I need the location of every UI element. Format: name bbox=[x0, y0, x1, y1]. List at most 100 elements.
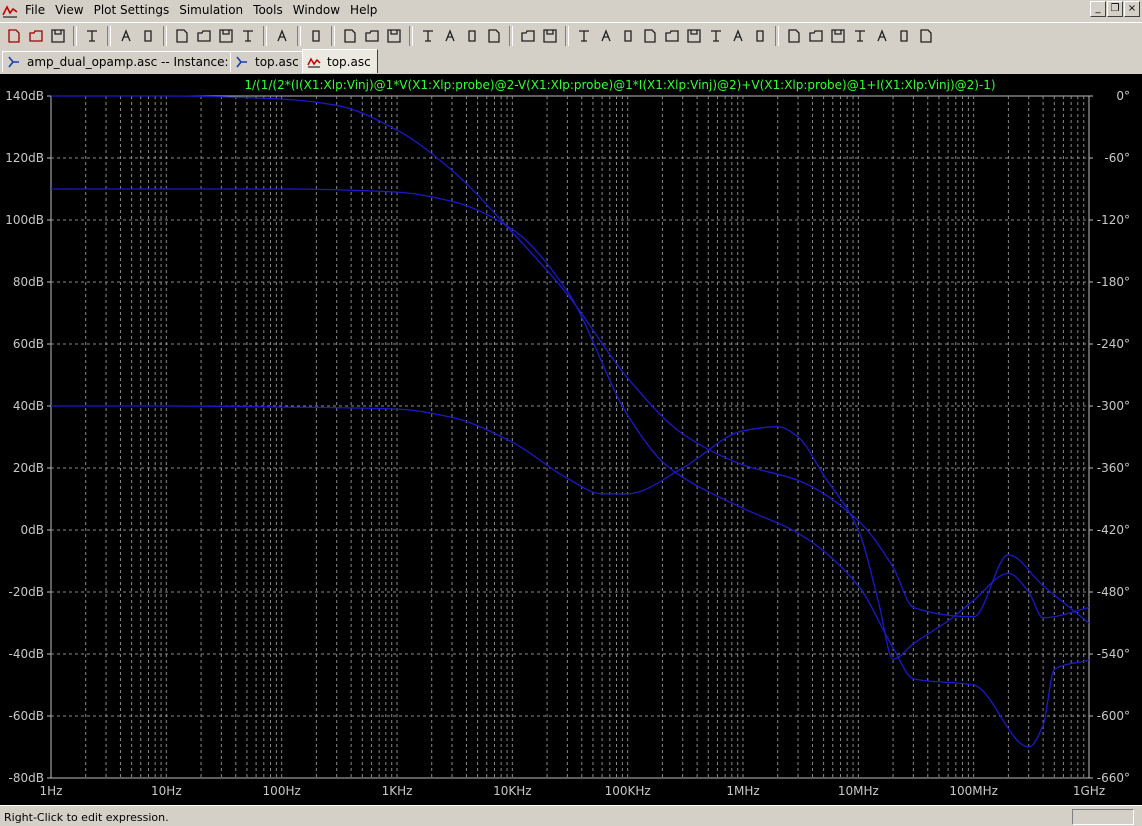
run-icon[interactable] bbox=[116, 26, 136, 46]
copy-icon[interactable] bbox=[440, 26, 460, 46]
cut-icon[interactable] bbox=[418, 26, 438, 46]
y-tick-right: -60° bbox=[1104, 151, 1130, 165]
y-tick-left: 100dB bbox=[5, 213, 44, 227]
x-tick: 1KHz bbox=[382, 784, 413, 798]
trace-series-1 bbox=[51, 405, 1090, 660]
cursor-icon[interactable] bbox=[306, 26, 326, 46]
zoom-cancel-icon[interactable] bbox=[238, 26, 258, 46]
tab-top-asc-waveform[interactable]: top.asc bbox=[302, 49, 378, 73]
print-icon[interactable] bbox=[540, 26, 560, 46]
print-setup-icon[interactable] bbox=[518, 26, 538, 46]
tab-label: top.asc bbox=[255, 55, 299, 69]
restore-button[interactable]: ❐ bbox=[1107, 1, 1123, 17]
y-tick-right: -480° bbox=[1097, 585, 1130, 599]
toolbar-separator bbox=[263, 26, 267, 46]
y-tick-right: 0° bbox=[1116, 89, 1130, 103]
y-tick-right: -420° bbox=[1097, 523, 1130, 537]
resistor-icon[interactable] bbox=[640, 26, 660, 46]
menu-tools[interactable]: Tools bbox=[248, 0, 288, 22]
x-tick: 100MHz bbox=[949, 784, 998, 798]
toolbar-separator bbox=[775, 26, 779, 46]
toolbar-separator bbox=[565, 26, 569, 46]
menu-window[interactable]: Window bbox=[288, 0, 345, 22]
capacitor-icon[interactable] bbox=[662, 26, 682, 46]
x-tick: 10Hz bbox=[151, 784, 182, 798]
menu-file[interactable]: File bbox=[20, 0, 50, 22]
x-tick: 10KHz bbox=[493, 784, 531, 798]
ground-icon[interactable] bbox=[596, 26, 616, 46]
y-tick-left: 60dB bbox=[13, 337, 44, 351]
component-icon[interactable] bbox=[728, 26, 748, 46]
y-tick-left: 20dB bbox=[13, 461, 44, 475]
y-tick-left: 0dB bbox=[21, 523, 44, 537]
zoom-back-icon[interactable] bbox=[216, 26, 236, 46]
toolbar-separator bbox=[509, 26, 513, 46]
status-panel bbox=[1072, 809, 1134, 825]
diode-icon[interactable] bbox=[706, 26, 726, 46]
toolbar-separator bbox=[73, 26, 77, 46]
waveform-plot[interactable]: 140dB 120dB 100dB 80dB 60dB 40dB 20dB 0dB -20dB -… bbox=[0, 74, 1142, 805]
bode-plot-svg[interactable]: 140dB 120dB 100dB 80dB 60dB 40dB 20dB 0dB -20dB -… bbox=[0, 74, 1142, 805]
y-tick-left: 40dB bbox=[13, 399, 44, 413]
y-tick-left: -40dB bbox=[9, 647, 44, 661]
menu-plot-settings[interactable]: Plot Settings bbox=[89, 0, 175, 22]
x-tick: 1GHz bbox=[1073, 784, 1105, 798]
zoom-out-icon[interactable] bbox=[194, 26, 214, 46]
mirror-icon[interactable] bbox=[872, 26, 892, 46]
menu-bar: File View Plot Settings Simulation Tools… bbox=[0, 0, 1142, 22]
spice-directive-icon[interactable] bbox=[916, 26, 936, 46]
y-tick-left: -20dB bbox=[9, 585, 44, 599]
control-panel-icon[interactable] bbox=[82, 26, 102, 46]
plot-frame bbox=[50, 95, 1090, 779]
document-tabs: amp_dual_opamp.asc -- Instance: X1 top.a… bbox=[0, 49, 1142, 73]
move-icon[interactable] bbox=[750, 26, 770, 46]
x-tick: 1Hz bbox=[40, 784, 63, 798]
drag-icon[interactable] bbox=[784, 26, 804, 46]
y-tick-right: -240° bbox=[1097, 337, 1130, 351]
toolbar bbox=[0, 22, 1142, 50]
find-icon[interactable] bbox=[484, 26, 504, 46]
y-tick-right: -120° bbox=[1097, 213, 1130, 227]
redo-icon[interactable] bbox=[828, 26, 848, 46]
halt-icon[interactable] bbox=[138, 26, 158, 46]
y-tick-right: -660° bbox=[1097, 771, 1130, 785]
menu-help[interactable]: Help bbox=[345, 0, 382, 22]
minimize-button[interactable]: _ bbox=[1090, 1, 1106, 17]
y-tick-left: 120dB bbox=[5, 151, 44, 165]
label-icon[interactable] bbox=[618, 26, 638, 46]
autorange-icon[interactable] bbox=[272, 26, 292, 46]
inductor-icon[interactable] bbox=[684, 26, 704, 46]
y-tick-right: -180° bbox=[1097, 275, 1130, 289]
wire-icon[interactable] bbox=[574, 26, 594, 46]
close-button[interactable]: × bbox=[1124, 1, 1140, 17]
schematic-icon bbox=[236, 56, 247, 68]
paste-icon[interactable] bbox=[462, 26, 482, 46]
zoom-in-icon[interactable] bbox=[172, 26, 192, 46]
tile-horizontal-icon[interactable] bbox=[340, 26, 360, 46]
menu-view[interactable]: View bbox=[50, 0, 88, 22]
toolbar-separator bbox=[163, 26, 167, 46]
undo-icon[interactable] bbox=[806, 26, 826, 46]
tab-amp-dual-opamp[interactable]: amp_dual_opamp.asc -- Instance: X1 bbox=[2, 51, 256, 72]
menu-simulation[interactable]: Simulation bbox=[174, 0, 248, 22]
tab-top-asc-schematic[interactable]: top.asc bbox=[230, 51, 306, 72]
y-tick-left: 140dB bbox=[5, 89, 44, 103]
x-tick: 100KHz bbox=[605, 784, 651, 798]
rotate-icon[interactable] bbox=[850, 26, 870, 46]
tab-label: amp_dual_opamp.asc -- Instance: X1 bbox=[27, 55, 249, 69]
y-tick-left: -60dB bbox=[9, 709, 44, 723]
open-icon[interactable] bbox=[26, 26, 46, 46]
x-tick: 1MHz bbox=[726, 784, 759, 798]
save-icon[interactable] bbox=[48, 26, 68, 46]
y-tick-right: -300° bbox=[1097, 399, 1130, 413]
app-icon bbox=[2, 5, 18, 18]
x-tick: 100Hz bbox=[263, 784, 301, 798]
y-tick-left: -80dB bbox=[9, 771, 44, 785]
toolbar-separator bbox=[297, 26, 301, 46]
new-schematic-icon[interactable] bbox=[4, 26, 24, 46]
toolbar-separator bbox=[107, 26, 111, 46]
tile-vertical-icon[interactable] bbox=[384, 26, 404, 46]
text-icon[interactable] bbox=[894, 26, 914, 46]
waveform-icon bbox=[307, 56, 321, 67]
cascade-icon[interactable] bbox=[362, 26, 382, 46]
